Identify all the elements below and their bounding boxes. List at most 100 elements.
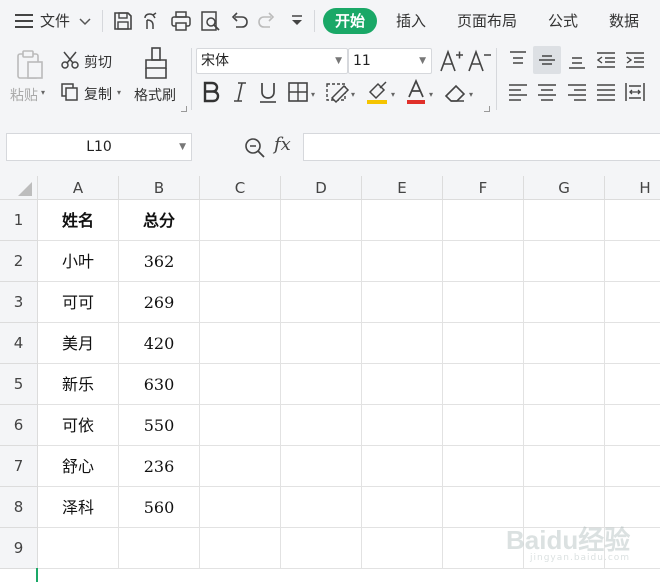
cell-g4[interactable] bbox=[524, 323, 605, 364]
cell-g6[interactable] bbox=[524, 405, 605, 446]
cell-c8[interactable] bbox=[200, 487, 281, 528]
cell-b5[interactable]: 630 bbox=[119, 364, 200, 405]
cell-f7[interactable] bbox=[443, 446, 524, 487]
decrease-indent-icon[interactable] bbox=[594, 48, 618, 72]
column-header-g[interactable]: G bbox=[524, 176, 605, 200]
cell-h5[interactable] bbox=[605, 364, 660, 405]
align-middle-button[interactable] bbox=[533, 46, 561, 74]
save-icon[interactable] bbox=[112, 10, 134, 32]
export-icon[interactable] bbox=[141, 10, 163, 32]
cell-a2[interactable]: 小叶 bbox=[38, 241, 119, 282]
paste-button[interactable]: 粘贴 bbox=[10, 85, 38, 105]
cell-b3[interactable]: 269 bbox=[119, 282, 200, 323]
cell-g2[interactable] bbox=[524, 241, 605, 282]
row-header-1[interactable]: 1 bbox=[0, 200, 38, 241]
redo-icon[interactable] bbox=[256, 10, 278, 32]
cell-f6[interactable] bbox=[443, 405, 524, 446]
cell-a6[interactable]: 可依 bbox=[38, 405, 119, 446]
row-header-6[interactable]: 6 bbox=[0, 405, 38, 446]
cell-c7[interactable] bbox=[200, 446, 281, 487]
row-header-4[interactable]: 4 bbox=[0, 323, 38, 364]
cell-f1[interactable] bbox=[443, 200, 524, 241]
cell-h7[interactable] bbox=[605, 446, 660, 487]
copy-dropdown-icon[interactable]: ▾ bbox=[117, 88, 121, 97]
print-preview-icon[interactable] bbox=[199, 10, 221, 32]
cell-a9[interactable] bbox=[38, 528, 119, 569]
cell-d6[interactable] bbox=[281, 405, 362, 446]
customize-toolbar-icon[interactable] bbox=[289, 13, 305, 29]
font-size-select[interactable]: 11 ▼ bbox=[348, 48, 432, 74]
column-header-h[interactable]: H bbox=[605, 176, 660, 200]
formula-input[interactable] bbox=[303, 133, 660, 161]
cell-d1[interactable] bbox=[281, 200, 362, 241]
cell-h4[interactable] bbox=[605, 323, 660, 364]
cell-d8[interactable] bbox=[281, 487, 362, 528]
print-icon[interactable] bbox=[170, 10, 192, 32]
eraser-icon[interactable] bbox=[442, 80, 468, 104]
cell-a7[interactable]: 舒心 bbox=[38, 446, 119, 487]
distributed-align-icon[interactable] bbox=[623, 80, 647, 104]
cell-d2[interactable] bbox=[281, 241, 362, 282]
italic-icon[interactable] bbox=[230, 80, 250, 104]
borders-icon[interactable] bbox=[286, 80, 310, 104]
tab-formulas[interactable]: 公式 bbox=[548, 0, 578, 42]
select-all-corner[interactable] bbox=[0, 176, 38, 200]
cell-c3[interactable] bbox=[200, 282, 281, 323]
column-header-f[interactable]: F bbox=[443, 176, 524, 200]
cell-c1[interactable] bbox=[200, 200, 281, 241]
cell-e2[interactable] bbox=[362, 241, 443, 282]
column-header-a[interactable]: A bbox=[38, 176, 119, 200]
scissors-icon[interactable] bbox=[60, 50, 80, 70]
undo-icon[interactable] bbox=[228, 10, 250, 32]
clipboard-group-launcher[interactable] bbox=[181, 106, 187, 112]
align-left-icon[interactable] bbox=[506, 80, 530, 104]
cell-a1[interactable]: 姓名 bbox=[38, 200, 119, 241]
format-painter-button[interactable]: 格式刷 bbox=[134, 85, 176, 105]
tab-data[interactable]: 数据 bbox=[609, 0, 639, 42]
font-name-select[interactable]: 宋体 ▼ bbox=[196, 48, 348, 74]
cell-c5[interactable] bbox=[200, 364, 281, 405]
cell-c6[interactable] bbox=[200, 405, 281, 446]
fill-effects-icon[interactable] bbox=[324, 80, 350, 104]
cell-e8[interactable] bbox=[362, 487, 443, 528]
cell-f2[interactable] bbox=[443, 241, 524, 282]
cell-e1[interactable] bbox=[362, 200, 443, 241]
copy-button[interactable]: 复制 bbox=[84, 84, 112, 104]
tab-insert[interactable]: 插入 bbox=[396, 0, 426, 42]
cell-a8[interactable]: 泽科 bbox=[38, 487, 119, 528]
cell-d4[interactable] bbox=[281, 323, 362, 364]
cell-e9[interactable] bbox=[362, 528, 443, 569]
cell-g7[interactable] bbox=[524, 446, 605, 487]
column-header-d[interactable]: D bbox=[281, 176, 362, 200]
borders-dropdown-icon[interactable]: ▾ bbox=[311, 90, 315, 99]
chevron-down-icon[interactable] bbox=[78, 14, 92, 28]
align-center-icon[interactable] bbox=[535, 80, 559, 104]
decrease-font-size-icon[interactable] bbox=[466, 48, 492, 74]
tab-home[interactable]: 开始 bbox=[323, 8, 377, 34]
row-header-5[interactable]: 5 bbox=[0, 364, 38, 405]
align-right-icon[interactable] bbox=[565, 80, 589, 104]
cell-e7[interactable] bbox=[362, 446, 443, 487]
cell-d3[interactable] bbox=[281, 282, 362, 323]
insert-function-button[interactable]: fx bbox=[274, 134, 291, 155]
cell-e6[interactable] bbox=[362, 405, 443, 446]
row-header-7[interactable]: 7 bbox=[0, 446, 38, 487]
cell-h3[interactable] bbox=[605, 282, 660, 323]
justify-icon[interactable] bbox=[594, 80, 618, 104]
cell-a3[interactable]: 可可 bbox=[38, 282, 119, 323]
cell-g1[interactable] bbox=[524, 200, 605, 241]
increase-font-size-icon[interactable] bbox=[438, 48, 464, 74]
paste-icon[interactable] bbox=[14, 48, 46, 80]
row-header-2[interactable]: 2 bbox=[0, 241, 38, 282]
copy-icon[interactable] bbox=[60, 82, 80, 102]
bold-icon[interactable] bbox=[200, 80, 222, 104]
cell-b1[interactable]: 总分 bbox=[119, 200, 200, 241]
font-color-icon[interactable] bbox=[404, 78, 428, 106]
zoom-function-icon[interactable] bbox=[244, 137, 266, 159]
cell-c4[interactable] bbox=[200, 323, 281, 364]
cell-d9[interactable] bbox=[281, 528, 362, 569]
cut-button[interactable]: 剪切 bbox=[84, 52, 112, 72]
cell-g5[interactable] bbox=[524, 364, 605, 405]
cell-h1[interactable] bbox=[605, 200, 660, 241]
cell-b6[interactable]: 550 bbox=[119, 405, 200, 446]
